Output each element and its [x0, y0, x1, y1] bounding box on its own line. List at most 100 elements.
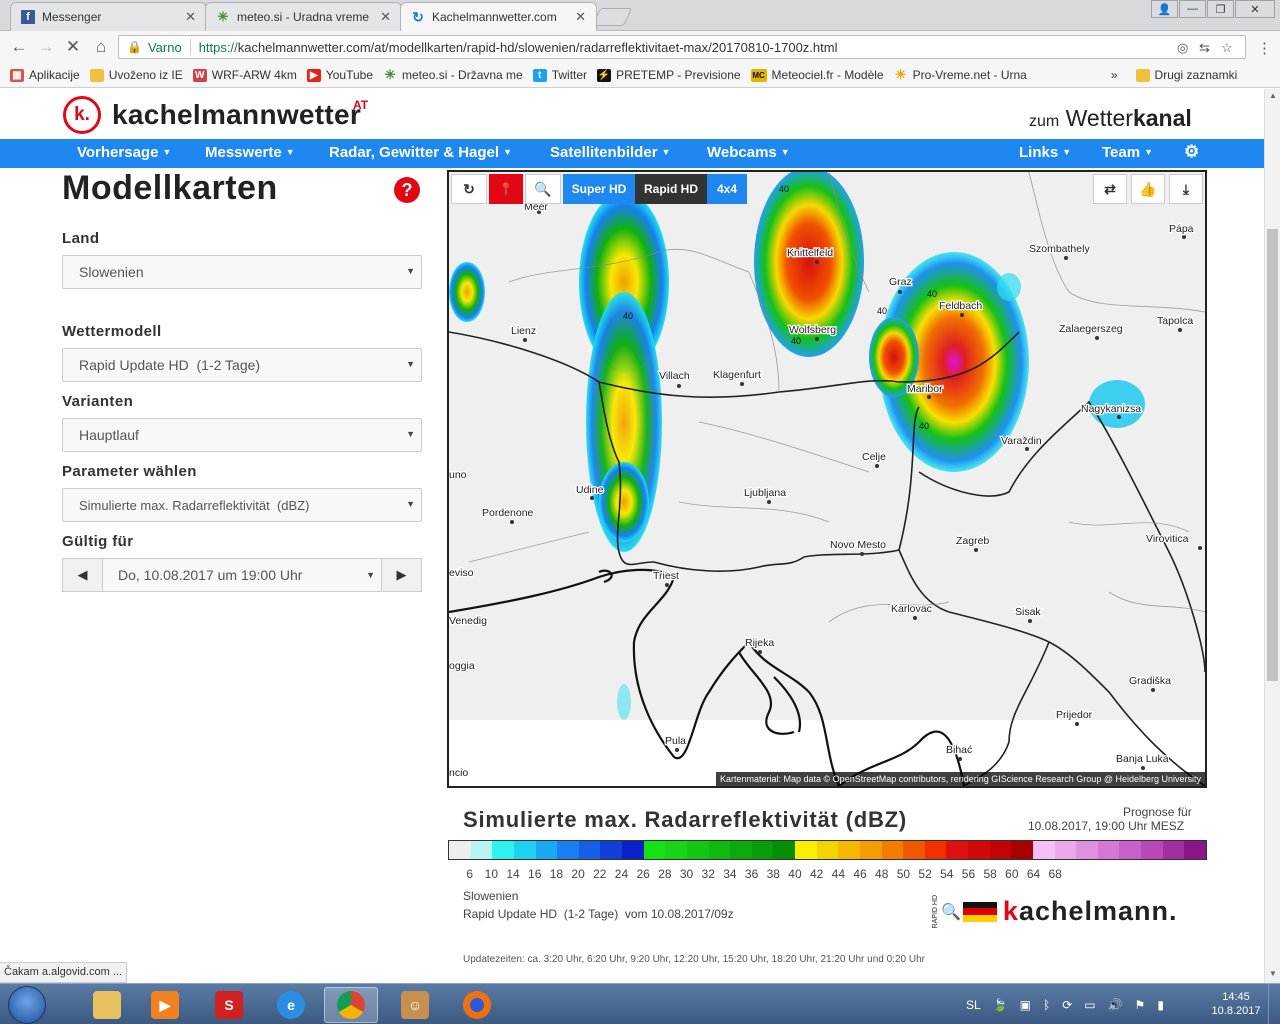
nav-vorhersage[interactable]: Vorhersage ▼: [77, 144, 171, 161]
bookmark-wrf[interactable]: W WRF-ARW 4km: [192, 68, 297, 82]
location-icon[interactable]: ◎: [1177, 40, 1188, 56]
color-scale-segment: [989, 841, 1012, 859]
home-icon[interactable]: ⌂: [90, 37, 112, 57]
bookmark-meteociel[interactable]: MC Meteociel.fr - Modèle: [750, 68, 884, 82]
taskbar-clock[interactable]: 14:45 10.8.2017: [1208, 990, 1264, 1018]
tab-kachelmann[interactable]: ↻ Kachelmannwetter.com ✕: [400, 2, 597, 31]
color-scale-segment: [492, 841, 514, 859]
flag-alert-icon[interactable]: ⚑: [1135, 998, 1146, 1012]
caret-down-icon: ▼: [661, 147, 671, 157]
loop-icon[interactable]: ⇄: [1093, 174, 1127, 204]
model-select[interactable]: Rapid Update HD (1-2 Tage) ▼: [62, 348, 422, 382]
back-icon[interactable]: ←: [8, 37, 30, 57]
nav-links[interactable]: Links ▼: [1019, 144, 1071, 161]
close-window-icon[interactable]: ✕: [1235, 0, 1275, 18]
download-icon[interactable]: ⤓: [1169, 174, 1203, 204]
color-scale-segment: [924, 841, 947, 859]
taskbar-media[interactable]: ▶: [138, 987, 192, 1023]
leaf-icon[interactable]: 🍃: [993, 998, 1008, 1012]
forward-icon[interactable]: →: [35, 37, 57, 57]
city-label: Bihać: [946, 744, 972, 756]
tab-messenger[interactable]: f Messenger ✕: [10, 2, 207, 31]
color-scale-tick: 10: [484, 867, 499, 881]
grid-4x4-button[interactable]: 4x4: [707, 174, 747, 204]
network-app-icon[interactable]: ▣: [1020, 998, 1031, 1012]
contour-label: 40: [623, 311, 633, 321]
page-scrollbar[interactable]: ▲ ▼: [1264, 89, 1280, 983]
volume-icon[interactable]: 🔊: [1108, 998, 1123, 1012]
nav-team[interactable]: Team ▼: [1102, 144, 1153, 161]
bookmark-meteo[interactable]: ✳ meteo.si - Državna me: [383, 67, 523, 82]
city-label: Maribor: [907, 383, 943, 395]
color-scale-segment: [643, 841, 666, 859]
variant-select[interactable]: Hauptlauf ▼: [62, 418, 422, 452]
refresh-icon[interactable]: ↻: [451, 174, 487, 204]
translate-icon[interactable]: ⇆: [1199, 40, 1210, 56]
tab-meteo[interactable]: ✳ meteo.si - Uradna vreme ✕: [205, 2, 402, 31]
menu-icon[interactable]: ⋮: [1257, 39, 1272, 57]
color-scale-segment: [535, 841, 558, 859]
nav-messwerte[interactable]: Messwerte ▼: [205, 144, 295, 161]
restore-icon[interactable]: ❐: [1207, 0, 1234, 18]
scroll-down-icon[interactable]: ▼: [1269, 969, 1277, 978]
next-time-button[interactable]: ▶: [381, 559, 421, 591]
logo-name[interactable]: kachelmannwetter: [112, 99, 361, 131]
color-scale-segment: [622, 841, 644, 859]
color-scale-segment: [600, 841, 622, 859]
language-indicator[interactable]: SL: [966, 998, 981, 1012]
help-icon[interactable]: ?: [394, 177, 420, 203]
show-desktop-button[interactable]: [1268, 984, 1280, 1024]
bookmark-other[interactable]: Drugi zaznamki: [1135, 68, 1237, 82]
start-button[interactable]: [8, 986, 46, 1024]
bookmark-folder-ie[interactable]: Uvoženo iz IE: [89, 68, 183, 82]
user-icon[interactable]: 👤: [1151, 0, 1178, 18]
bookmarks-more[interactable]: »: [1111, 68, 1118, 82]
superhd-button[interactable]: Super HD: [563, 174, 635, 204]
logo-icon[interactable]: k.: [63, 96, 101, 134]
bookmark-apps[interactable]: ▦ Aplikacije: [10, 68, 80, 82]
wetterkanal-link[interactable]: zum Wetterkanal: [1029, 105, 1192, 132]
nav-webcams[interactable]: Webcams ▼: [707, 144, 790, 161]
star-icon[interactable]: ☆: [1221, 40, 1233, 56]
taskbar-app-s[interactable]: S: [202, 987, 256, 1023]
bluetooth-icon[interactable]: ᛒ: [1043, 998, 1050, 1012]
param-select[interactable]: Simulierte max. Radarreflektivität (dBZ)…: [62, 488, 422, 522]
close-icon[interactable]: ✕: [185, 9, 196, 25]
taskbar-game[interactable]: ☺: [388, 987, 442, 1023]
radar-map[interactable]: Meer Knittelfeld Szombathely Pápa Graz F…: [447, 170, 1207, 788]
color-scale-segment: [1119, 841, 1141, 859]
nav-satellitenbilder[interactable]: Satellitenbilder ▼: [550, 144, 670, 161]
close-icon[interactable]: ✕: [380, 9, 391, 25]
minimize-icon[interactable]: —: [1179, 0, 1206, 18]
zoom-icon[interactable]: 🔍: [525, 174, 561, 204]
scroll-thumb[interactable]: [1267, 229, 1278, 681]
valid-time-select[interactable]: Do, 10.08.2017 um 19:00 Uhr ▼: [103, 559, 381, 591]
taskbar-explorer[interactable]: [80, 987, 134, 1023]
land-select[interactable]: Slowenien ▼: [62, 255, 422, 289]
color-scale-segment: [1097, 841, 1120, 859]
new-tab-button[interactable]: [591, 8, 633, 26]
taskbar-chrome[interactable]: [324, 987, 378, 1023]
bookmark-provreme[interactable]: ☀ Pro-Vreme.net - Urna: [894, 67, 1027, 82]
bookmark-twitter[interactable]: t Twitter: [532, 68, 587, 82]
bookmark-youtube[interactable]: ▶ YouTube: [306, 68, 373, 82]
nav-radar[interactable]: Radar, Gewitter & Hagel ▼: [329, 144, 512, 161]
address-bar[interactable]: 🔒 Varno https:// kachelmannwetter.com /a…: [118, 35, 1246, 59]
bookmark-pretemp[interactable]: ⚡ PRETEMP - Previsione: [597, 68, 741, 82]
color-scale-tick: 40: [788, 867, 802, 881]
close-icon[interactable]: ✕: [575, 9, 586, 25]
legend-title: Simulierte max. Radarreflektivität (dBZ): [463, 807, 908, 832]
rapidhd-button[interactable]: Rapid HD: [635, 174, 707, 204]
taskbar-ie[interactable]: e: [264, 987, 318, 1023]
like-icon[interactable]: 👍: [1131, 174, 1165, 204]
prev-time-button[interactable]: ◀: [63, 559, 103, 591]
monitor-icon[interactable]: ▭: [1084, 998, 1095, 1012]
signal-icon[interactable]: ▮: [1157, 998, 1164, 1012]
taskbar-firefox[interactable]: [450, 987, 504, 1023]
color-scale-segment: [1076, 841, 1098, 859]
location-pin-icon[interactable]: 📍: [489, 174, 523, 204]
gear-icon[interactable]: ⚙: [1184, 142, 1199, 162]
sync-icon[interactable]: ⟳: [1062, 998, 1072, 1012]
stop-icon[interactable]: ✕: [62, 37, 84, 57]
scroll-up-icon[interactable]: ▲: [1269, 91, 1277, 100]
